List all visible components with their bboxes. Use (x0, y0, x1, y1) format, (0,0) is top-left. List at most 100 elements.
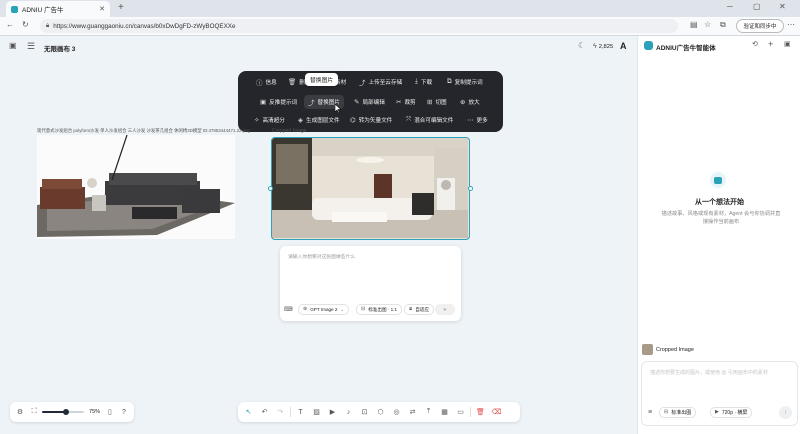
model-select[interactable]: ⊛ GPT Image 2 ⌄ (298, 304, 349, 315)
zoom-value: 75% (89, 409, 101, 415)
info-icon: ⓘ (256, 80, 263, 87)
map-icon[interactable]: ▯ (104, 406, 116, 419)
fit-screen-icon[interactable]: ⛶ (28, 406, 40, 419)
agent-input-box: 描述你想要生成的图片，或使用 @ 引用画布中的素材 ≡ ⊟ 标准出图 ▶ 720… (641, 361, 798, 426)
partial-edit-button[interactable]: ✎ 局部编辑 (354, 98, 385, 106)
theme-moon-icon[interactable]: ☾ (578, 42, 585, 50)
new-tab-icon[interactable]: + (118, 3, 124, 13)
favorite-icon[interactable]: ☆ (704, 21, 711, 29)
quality-select[interactable]: ⊟ 标准出图 · 1:1 (356, 304, 403, 315)
panel-description: 描述故事、风格或现有素材，Agent 会与你协调并直接操作当前画布 (661, 211, 781, 225)
panel-title: ADNIU广告牛智能体 (656, 45, 716, 52)
reverse-prompt-button[interactable]: ▣ 反推提示词 (260, 98, 297, 106)
download-button[interactable]: ⤓ 下载 (415, 78, 432, 86)
sync-button[interactable]: 验证和同步中 (736, 19, 784, 33)
prompt-input[interactable]: 请输入你想要对这张图做些什么 (288, 253, 355, 260)
cropped-room-image[interactable] (271, 137, 470, 240)
browser-tab[interactable]: ADNIU 广告牛 ✕ (6, 1, 110, 17)
collapse-panel-icon[interactable]: ▣ (784, 41, 791, 48)
attachment-chip[interactable]: Cropped Image (642, 344, 694, 355)
more-button[interactable]: ⋯ 更多 (467, 116, 488, 124)
redo-icon[interactable]: ↷ (274, 406, 287, 419)
lock-icon: 🔒︎ (46, 23, 50, 29)
layer-file-button[interactable]: ◈ 生成图层文件 (298, 116, 340, 124)
credits-value: 2,825 (598, 43, 614, 50)
settings-icon[interactable]: ⚙ (14, 406, 26, 419)
attachment-thumbnail (642, 344, 653, 355)
send-button[interactable]: ➤ (435, 304, 455, 315)
delete-tool-icon[interactable]: 🗑︎ (474, 406, 487, 419)
info-button[interactable]: ⓘ 信息 (256, 77, 277, 87)
shape-tool-icon[interactable]: ⬡ (374, 406, 387, 419)
sofa-image[interactable] (37, 135, 235, 239)
upload-cloud-button[interactable]: ⤴ 上传至云存储 (359, 77, 402, 87)
address-bar-row: ← ↻ 🔒︎ https://www.guanggaoniu.cn/canvas… (0, 17, 800, 36)
toolbar-row-3: ✧ 高清超分 ◈ 生成图层文件 ⌬ 转为矢量文件 ⤧ 混合可编辑文件 ⋯ 更多 (238, 111, 503, 129)
upscale-button[interactable]: ⊕ 放大 (460, 98, 480, 106)
browser-menu-icon[interactable]: ⋯ (787, 21, 795, 29)
read-mode-icon[interactable]: ▤ (690, 21, 698, 29)
assets-tool-icon[interactable]: ▦ (438, 406, 451, 419)
tooltip: 替换图片 (305, 73, 339, 86)
zoom-slider-thumb[interactable] (63, 409, 70, 415)
attach-icon[interactable]: ⌨ (284, 307, 293, 313)
right-image-caption: Cropped Image (272, 128, 307, 134)
replace-icon: ⤴ (308, 100, 315, 107)
panel-resolution-select[interactable]: ▶ 720p · 横屏 (710, 407, 753, 418)
edit-icon: ✎ (354, 99, 360, 106)
collections-icon[interactable]: ⧉ (720, 21, 726, 29)
reload-icon[interactable]: ↻ (22, 21, 29, 29)
swap-tool-icon[interactable]: ⇄ (406, 406, 419, 419)
maximize-icon[interactable]: ▢ (753, 3, 761, 11)
mixed-editable-button[interactable]: ⤧ 混合可编辑文件 (406, 116, 453, 124)
scissors-icon: ✂ (396, 99, 402, 106)
canvas-area[interactable]: ▣ ☰ 无限画布 3 ☾ ϟ 2,825 A ⓘ信息 🗑︎删除 素材 ⤴上传至云… (0, 36, 637, 434)
url-field[interactable]: 🔒︎ https://www.guanggaoniu.cn/canvas/b0x… (40, 19, 678, 33)
app-root: ▣ ☰ 无限画布 3 ☾ ϟ 2,825 A ⓘ信息 🗑︎删除 素材 ⤴上传至云… (0, 36, 800, 434)
ratio-select[interactable]: ⧈ 自适应 (404, 304, 434, 315)
audio-tool-icon[interactable]: ♪ (342, 406, 355, 419)
resize-handle[interactable] (468, 186, 473, 191)
font-settings-button[interactable]: A (620, 41, 627, 51)
crop-button[interactable]: ✂ 裁剪 (396, 98, 416, 106)
minimize-icon[interactable]: ─ (727, 3, 733, 11)
image-tool-icon[interactable]: ▨ (310, 406, 323, 419)
canvas-tools: ↖ ↶ ↷ T ▨ ▶ ♪ ⊡ ⬡ ◎ ⇄ ⤒ ▦ ▭ 🗑︎ ⌫ (238, 402, 520, 422)
undo-icon[interactable]: ↶ (258, 406, 271, 419)
left-image-caption: 现代意式沙发组合 polyform沙发 单人沙发组合 三人沙发 沙发茶几组合 休… (37, 128, 250, 133)
back-icon[interactable]: ← (6, 21, 14, 29)
tab-title: ADNIU 广告牛 (22, 7, 64, 14)
mix-icon: ⤧ (406, 116, 412, 123)
upload-tool-icon[interactable]: ⤒ (422, 406, 435, 419)
copy-prompt-button[interactable]: ⧉ 复制提示词 (447, 78, 483, 86)
text-tool-icon[interactable]: T (294, 406, 307, 419)
slice-button[interactable]: ⊞ 切图 (427, 98, 447, 106)
resize-handle[interactable] (268, 186, 273, 191)
grid-icon: ⊞ (427, 99, 433, 106)
component-tool-icon[interactable]: ◎ (390, 406, 403, 419)
page-title[interactable]: 无限画布 3 (44, 43, 75, 53)
eraser-tool-icon[interactable]: ⌫ (490, 406, 503, 419)
close-tab-icon[interactable]: ✕ (99, 6, 105, 13)
zoom-slider[interactable] (42, 407, 85, 417)
video-tool-icon[interactable]: ▶ (326, 406, 339, 419)
new-chat-icon[interactable]: + (768, 40, 773, 49)
hd-superres-button[interactable]: ✧ 高清超分 (254, 116, 285, 124)
agent-input[interactable]: 描述你想要生成的图片，或使用 @ 引用画布中的素材 (650, 369, 790, 376)
close-window-icon[interactable]: ✕ (779, 3, 786, 11)
model-icon: ⊛ (303, 306, 308, 312)
sidebar-toggle-icon[interactable]: ▣ (9, 42, 17, 50)
help-icon[interactable]: ? (118, 406, 130, 419)
vector-file-button[interactable]: ⌬ 转为矢量文件 (350, 116, 392, 124)
agent-bull-icon (710, 172, 726, 188)
image-action-toolbar: ⓘ信息 🗑︎删除 素材 ⤴上传至云存储 ⤓下载 ⧉复制提示词 ▣反推提示词 ⤴替… (238, 71, 503, 132)
select-tool-icon[interactable]: ↖ (242, 406, 255, 419)
panel-quality-select[interactable]: ⊟ 标准出图 (659, 407, 697, 418)
menu-icon[interactable]: ☰ (27, 42, 35, 51)
panel-send-button[interactable]: ↑ (779, 406, 792, 419)
folder-tool-icon[interactable]: ▭ (454, 406, 467, 419)
history-icon[interactable]: ⟲ (752, 41, 758, 48)
panel-heading: 从一个想法开始 (695, 199, 744, 206)
frame-tool-icon[interactable]: ⊡ (358, 406, 371, 419)
hamburger-icon[interactable]: ≡ (648, 409, 652, 416)
